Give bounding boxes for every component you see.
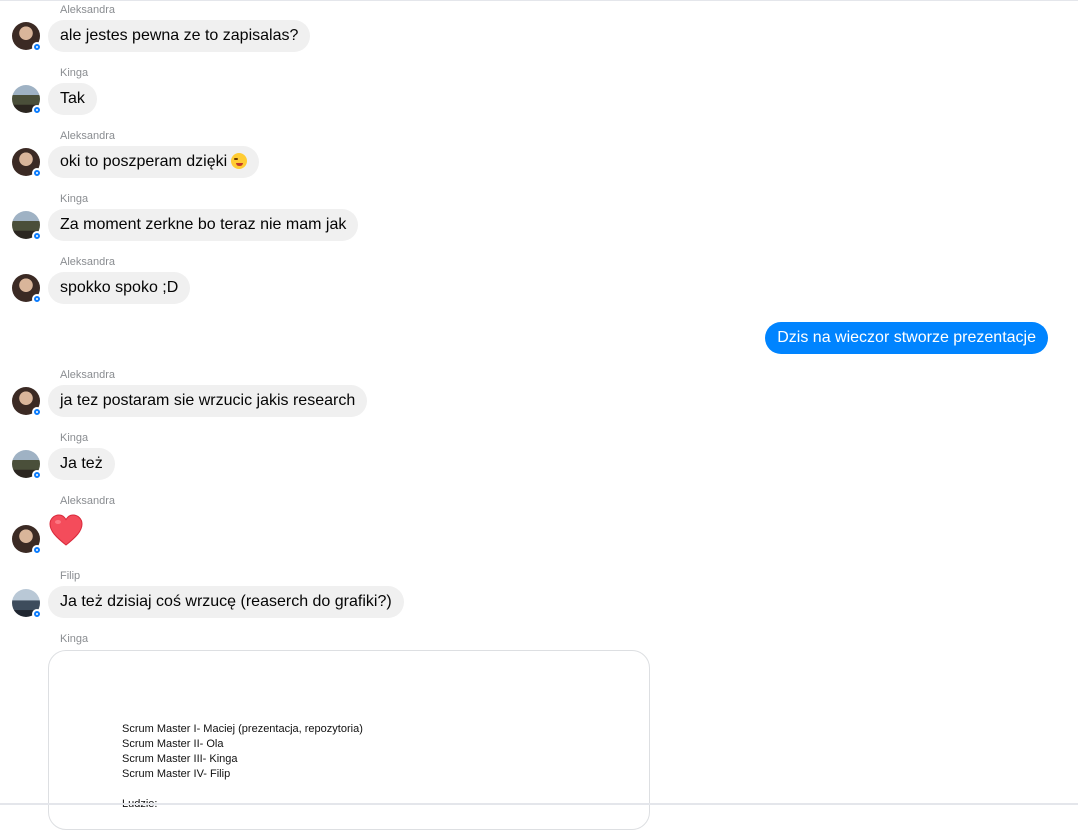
avatar[interactable] [12,211,42,241]
message-bubble[interactable]: spokko spoko ;D [48,272,191,304]
messenger-badge-icon [32,294,42,304]
avatar[interactable] [12,589,42,619]
document-line: Scrum Master III- Kinga [122,753,238,765]
document-line: Scrum Master IV- Filip [122,768,231,780]
sender-name: Kinga [60,67,89,79]
messenger-badge-icon [32,231,42,241]
top-divider [0,0,1078,1]
message-bubble[interactable]: ale jestes pewna ze to zapisalas? [48,20,311,52]
sender-name: Aleksandra [60,130,116,142]
avatar[interactable] [12,525,42,555]
messenger-badge-icon [32,42,42,52]
message-bubble[interactable]: oki to poszperam dzięki [48,146,260,178]
message-bubble[interactable]: ja tez postaram sie wrzucic jakis resear… [48,385,368,417]
messenger-badge-icon [32,470,42,480]
sender-name: Kinga [60,432,89,444]
messenger-badge-icon [32,407,42,417]
messenger-badge-icon [32,545,42,555]
sender-name: Filip [60,570,81,582]
document-line: Scrum Master II- Ola [122,738,224,750]
message-bubble[interactable]: Ja też [48,448,115,480]
avatar[interactable] [12,22,42,52]
sender-name: Aleksandra [60,495,116,507]
avatar[interactable] [12,450,42,480]
avatar[interactable] [12,85,42,115]
messenger-badge-icon [32,105,42,115]
message-bubble[interactable]: Tak [48,83,97,115]
message-text: oki to poszperam dzięki [60,153,228,170]
document-text: Scrum Master I- Maciej (prezentacja, rep… [122,722,363,812]
avatar[interactable] [12,148,42,178]
outgoing-message-bubble[interactable]: Dzis na wieczor stworze prezentacje [765,322,1048,354]
avatar[interactable] [12,387,42,417]
message-bubble[interactable]: Za moment zerkne bo teraz nie mam jak [48,209,359,241]
sender-name: Aleksandra [60,256,116,268]
winking-tongue-emoji-icon [231,153,248,169]
sender-name: Kinga [60,633,89,645]
messenger-badge-icon [32,168,42,178]
messenger-badge-icon [32,609,42,619]
message-bubble[interactable]: Ja też dzisiaj coś wrzucę (reaserch do g… [48,586,404,618]
sender-name: Kinga [60,193,89,205]
document-line: Scrum Master I- Maciej (prezentacja, rep… [122,723,363,735]
sender-name: Aleksandra [60,369,116,381]
red-heart-icon[interactable] [48,513,84,549]
sender-name: Aleksandra [60,4,116,16]
avatar[interactable] [12,274,42,304]
